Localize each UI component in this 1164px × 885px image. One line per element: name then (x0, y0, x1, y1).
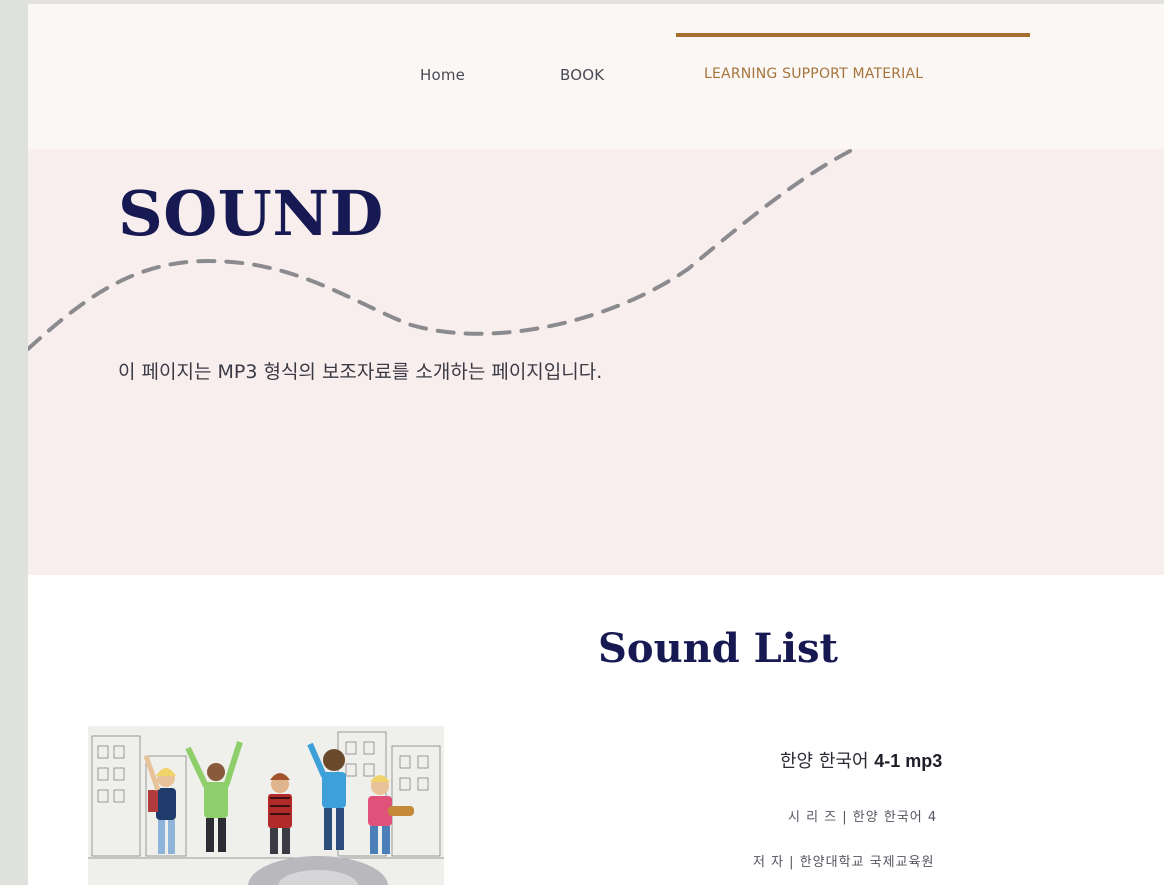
site-header: Home BOOK LEARNING SUPPORT MATERIAL (28, 4, 1164, 149)
sound-list-heading: Sound List (598, 625, 838, 672)
album-author: 저 자 | 한양대학교 국제교육원 (753, 855, 935, 870)
cover-illustration (88, 726, 444, 885)
nav-item-home[interactable]: Home (420, 66, 465, 84)
page-description: 이 페이지는 MP3 형식의 보조자료를 소개하는 페이지입니다. (118, 361, 603, 383)
album-series: 시 리 즈 | 한양 한국어 4 (788, 810, 938, 825)
sound-list-section: Sound List 한양 한국어 4-1 mp3 시 리 즈 | 한양 한국어… (28, 575, 1164, 885)
album-cover-image[interactable] (88, 726, 444, 885)
album-title[interactable]: 한양 한국어 4-1 mp3 (780, 747, 942, 773)
page-title: SOUND (118, 177, 384, 250)
nav-active-indicator (676, 33, 1030, 37)
album-title-series: 한양 한국어 (780, 751, 869, 772)
hero-section: SOUND 이 페이지는 MP3 형식의 보조자료를 소개하는 페이지입니다. (28, 149, 1164, 575)
page: Home BOOK LEARNING SUPPORT MATERIAL SOUN… (28, 0, 1164, 885)
browser-left-strip (0, 0, 28, 885)
nav-item-learning-support-material[interactable]: LEARNING SUPPORT MATERIAL (704, 66, 923, 82)
album-title-volume: 4-1 mp3 (874, 751, 943, 771)
nav-item-book[interactable]: BOOK (560, 66, 604, 84)
